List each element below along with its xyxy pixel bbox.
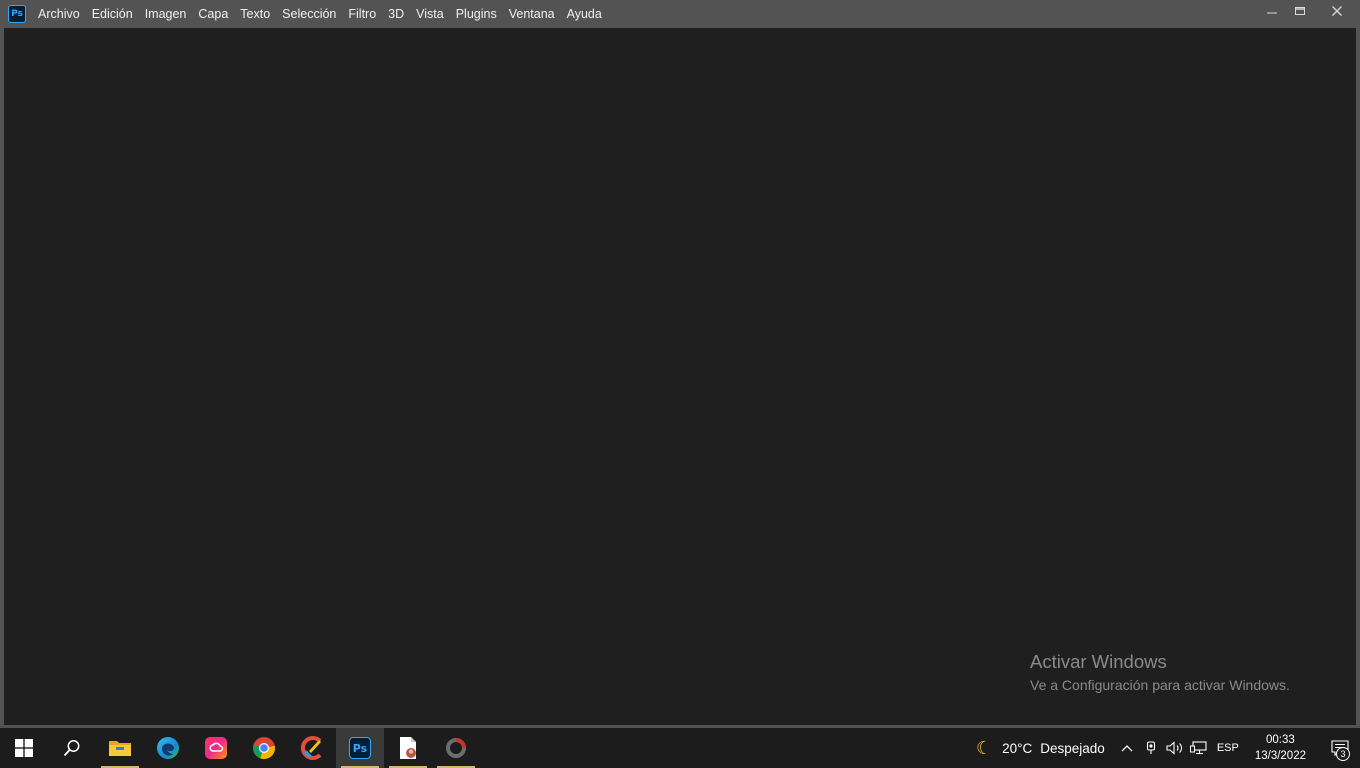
taskbar-recorder[interactable] [432, 728, 480, 768]
menu-plugins[interactable]: Plugins [450, 0, 503, 28]
edge-icon [157, 737, 179, 759]
menu-capa[interactable]: Capa [192, 0, 234, 28]
photoshop-window: Ps Archivo Edición Imagen Capa Texto Sel… [0, 0, 1360, 728]
chrome-icon [253, 737, 276, 760]
activate-windows-watermark: Activar Windows Ve a Configuración para … [1030, 651, 1290, 695]
meet-now-button[interactable] [1139, 728, 1163, 768]
workspace-canvas[interactable] [4, 28, 1356, 725]
menu-imagen[interactable]: Imagen [139, 0, 193, 28]
minimize-icon [1267, 12, 1277, 14]
weather-widget[interactable]: ☾ 20°C Despejado [976, 738, 1105, 759]
ccleaner-icon [300, 736, 322, 760]
start-button[interactable] [0, 728, 48, 768]
meet-icon [1146, 741, 1155, 754]
system-tray: ☾ 20°C Despejado ESP 00:33 13/3/2022 3 [976, 728, 1360, 768]
volume-icon [1166, 741, 1182, 755]
windows-start-icon [15, 739, 33, 757]
menu-texto[interactable]: Texto [234, 0, 276, 28]
photoshop-logo-icon[interactable]: Ps [8, 5, 26, 23]
notification-badge: 3 [1336, 747, 1350, 761]
watermark-title: Activar Windows [1030, 651, 1167, 672]
clock-time: 00:33 [1266, 734, 1295, 746]
network-icon [1189, 741, 1207, 755]
taskbar-photoshop[interactable]: Ps [336, 728, 384, 768]
watermark-subtitle: Ve a Configuración para activar Windows. [1030, 677, 1290, 693]
clock-date: 13/3/2022 [1254, 750, 1306, 762]
menu-seleccion[interactable]: Selección [276, 0, 342, 28]
weather-condition: Despejado [1040, 740, 1105, 756]
photoshop-icon: Ps [349, 737, 371, 759]
show-hidden-icons-button[interactable] [1115, 728, 1139, 768]
close-icon [1332, 6, 1342, 16]
clock[interactable]: 00:33 13/3/2022 [1255, 732, 1306, 764]
notifications-button[interactable]: 3 [1320, 728, 1360, 768]
menu-archivo[interactable]: Archivo [32, 0, 86, 28]
menu-ventana[interactable]: Ventana [503, 0, 561, 28]
taskbar-creative-cloud[interactable] [192, 728, 240, 768]
menu-edicion[interactable]: Edición [86, 0, 139, 28]
document-icon [400, 737, 416, 759]
taskbar-edge[interactable] [144, 728, 192, 768]
recorder-icon [446, 738, 466, 758]
taskbar-ccleaner[interactable] [288, 728, 336, 768]
menu-bar: Ps Archivo Edición Imagen Capa Texto Sel… [0, 0, 1360, 28]
search-button[interactable] [48, 728, 96, 768]
creative-cloud-icon [205, 737, 227, 759]
close-button[interactable] [1314, 0, 1360, 22]
search-icon [63, 740, 80, 757]
taskbar-chrome[interactable] [240, 728, 288, 768]
taskbar: Ps ☾ 20°C Despejado ESP 00:33 13/3/2022 … [0, 728, 1360, 768]
chevron-up-icon [1121, 745, 1133, 752]
menu-ayuda[interactable]: Ayuda [561, 0, 608, 28]
menu-filtro[interactable]: Filtro [342, 0, 382, 28]
maximize-icon [1295, 7, 1305, 15]
taskbar-explorer[interactable] [96, 728, 144, 768]
maximize-button[interactable] [1286, 0, 1314, 22]
minimize-button[interactable] [1258, 0, 1286, 22]
language-indicator[interactable]: ESP [1217, 742, 1239, 754]
menu-3d[interactable]: 3D [382, 0, 410, 28]
weather-temperature: 20°C [1002, 740, 1033, 756]
volume-button[interactable] [1163, 728, 1187, 768]
moon-icon: ☾ [975, 737, 993, 758]
menu-vista[interactable]: Vista [410, 0, 450, 28]
file-explorer-icon [109, 741, 131, 756]
taskbar-document[interactable] [384, 728, 432, 768]
network-button[interactable] [1187, 728, 1211, 768]
window-controls [1258, 0, 1360, 24]
